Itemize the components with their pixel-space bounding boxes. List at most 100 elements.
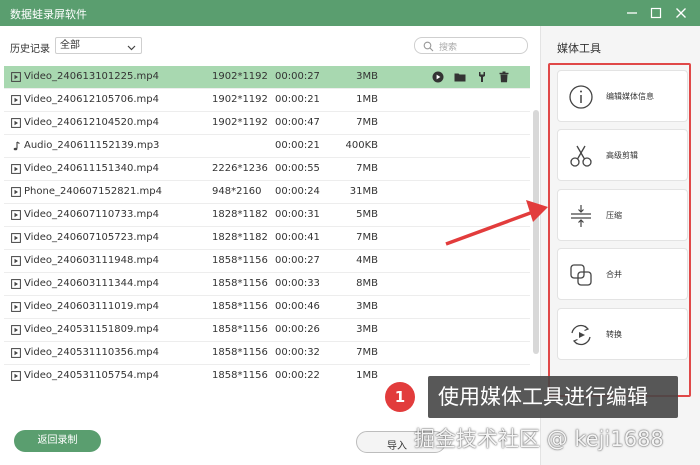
recording-resolution: 1902*1192 [212,71,268,82]
recording-row[interactable]: Video_240613101225.mp4 1902*1192 00:00:27 3… [4,66,530,89]
recording-name: Video_240613101225.mp4 [24,71,159,82]
recording-size: 31MB [349,186,378,197]
search-input[interactable]: 搜索 [414,37,528,54]
recording-row[interactable]: Video_240603111948.mp4 1858*1156 00:00:27 4… [4,250,530,273]
merge-icon [570,264,592,286]
tool-merge[interactable]: 合并 [557,248,688,300]
history-filter-select[interactable]: 全部 [55,37,142,54]
recording-duration: 00:00:21 [275,140,320,151]
recording-name: Video_240607105723.mp4 [24,232,159,243]
media-tools-title: 媒体工具 [557,42,601,55]
recording-name: Video_240603111948.mp4 [24,255,159,266]
recording-name: Video_240531105754.mp4 [24,370,159,381]
recording-duration: 00:00:27 [275,71,320,82]
recording-size: 7MB [356,117,378,128]
recording-size: 1MB [356,370,378,381]
recording-name: Video_240603111344.mp4 [24,278,159,289]
recording-duration: 00:00:47 [275,117,320,128]
recording-name: Phone_240607152821.mp4 [24,186,162,197]
recording-size: 4MB [356,255,378,266]
recording-row[interactable]: Video_240531151809.mp4 1858*1156 00:00:26 3… [4,319,530,342]
delete-icon[interactable] [498,71,510,83]
recording-size: 1MB [356,94,378,105]
close-icon[interactable] [671,3,691,23]
video-file-icon [11,348,21,358]
recording-resolution: 948*2160 [212,186,262,197]
compress-icon [571,205,591,227]
recording-duration: 00:00:55 [275,163,320,174]
recording-duration: 00:00:46 [275,301,320,312]
tool-convert[interactable]: 转换 [557,308,688,360]
watermark: 掘金技术社区 @ keji1688 [414,427,664,451]
recording-row[interactable]: Video_240531110356.mp4 1858*1156 00:00:32 7… [4,342,530,365]
video-file-icon [11,371,21,381]
recording-row[interactable]: Video_240607105723.mp4 1828*1182 00:00:41 7… [4,227,530,250]
video-file-icon [11,72,21,82]
recording-size: 8MB [356,278,378,289]
tool-label: 压缩 [606,211,622,220]
convert-icon [571,324,591,346]
recording-size: 5MB [356,209,378,220]
recording-duration: 00:00:22 [275,370,320,381]
video-file-icon [11,325,21,335]
recording-resolution: 2226*1236 [212,163,268,174]
annotation-callout: 使用媒体工具进行编辑 [428,376,678,418]
recording-duration: 00:00:41 [275,232,320,243]
music-note-icon [11,141,21,151]
video-file-icon [11,279,21,289]
recording-duration: 00:00:31 [275,209,320,220]
recording-row[interactable]: Phone_240607152821.mp4 948*2160 00:00:24 31… [4,181,530,204]
recording-resolution: 1828*1182 [212,209,268,220]
recording-name: Video_240607110733.mp4 [24,209,159,220]
recording-size: 400KB [345,140,378,151]
tool-compress[interactable]: 压缩 [557,189,688,241]
import-button-label: 导入 [387,441,407,452]
recording-resolution: 1858*1156 [212,347,268,358]
recording-name: Video_240612105706.mp4 [24,94,159,105]
info-icon [569,85,593,109]
title-bar: 数据蛙录屏软件 [0,0,700,26]
scissors-icon [570,145,592,167]
recording-row[interactable]: Video_240611151340.mp4 2226*1236 00:00:55 7… [4,158,530,181]
recording-size: 7MB [356,232,378,243]
play-icon[interactable] [432,71,444,83]
tool-label: 编辑媒体信息 [606,92,654,101]
back-to-record-button[interactable]: 返回录制 [14,430,101,452]
recording-row[interactable]: Video_240612104520.mp4 1902*1192 00:00:47 7… [4,112,530,135]
edit-tool-icon[interactable] [476,71,488,83]
recording-resolution: 1902*1192 [212,117,268,128]
search-placeholder: 搜索 [439,43,458,53]
recording-row[interactable]: Video_240607110733.mp4 1828*1182 00:00:31 5… [4,204,530,227]
history-label: 历史记录 [10,44,50,55]
search-icon [423,41,434,52]
recording-name: Video_240612104520.mp4 [24,117,159,128]
recording-duration: 00:00:32 [275,347,320,358]
recording-name: Video_240531110356.mp4 [24,347,159,358]
video-file-icon [11,210,21,220]
history-filter-value: 全部 [60,40,80,51]
recording-resolution: 1858*1156 [212,255,268,266]
recording-resolution: 1858*1156 [212,278,268,289]
recording-resolution: 1858*1156 [212,301,268,312]
scrollbar-thumb[interactable] [533,110,539,354]
recording-row[interactable]: Video_240603111019.mp4 1858*1156 00:00:46 3… [4,296,530,319]
tool-label: 转换 [606,330,622,339]
recording-row[interactable]: Video_240603111344.mp4 1858*1156 00:00:33 8… [4,273,530,296]
recording-row[interactable]: Audio_240611152139.mp3 00:00:21 400KB [4,135,530,158]
folder-icon[interactable] [454,71,466,83]
tool-advanced-clip[interactable]: 高级剪辑 [557,129,688,181]
recording-duration: 00:00:21 [275,94,320,105]
recording-name: Video_240603111019.mp4 [24,301,159,312]
recording-resolution: 1828*1182 [212,232,268,243]
recording-duration: 00:00:27 [275,255,320,266]
maximize-icon[interactable] [646,3,666,23]
step-badge: 1 [385,382,415,412]
recording-size: 7MB [356,163,378,174]
tool-edit-media-info[interactable]: 编辑媒体信息 [557,70,688,122]
minimize-icon[interactable] [622,3,642,23]
recording-duration: 00:00:26 [275,324,320,335]
recording-name: Video_240611151340.mp4 [24,163,159,174]
video-file-icon [11,187,21,197]
recording-row[interactable]: Video_240612105706.mp4 1902*1192 00:00:21 1… [4,89,530,112]
recording-size: 3MB [356,324,378,335]
